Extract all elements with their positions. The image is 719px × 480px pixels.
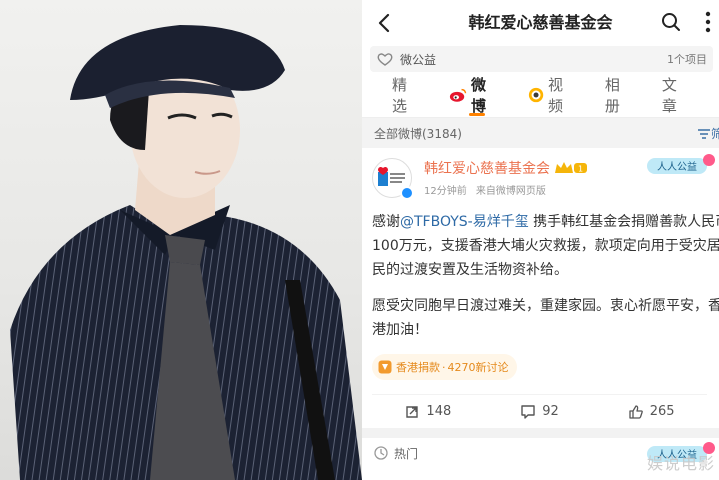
- tab-album[interactable]: 相册: [605, 72, 632, 118]
- gongyi-label: 微公益: [400, 52, 437, 67]
- search-button[interactable]: [661, 12, 681, 36]
- gongyi-count: 1个项目: [667, 53, 707, 66]
- renren-gongyi-badge[interactable]: 人人公益: [645, 152, 717, 182]
- weibo-page: 韩红爱心慈善基金会 微公益 1个项目 精选 微博 视频 相册 文章 全部微博(3…: [362, 0, 719, 480]
- tab-label: 文章: [661, 75, 677, 115]
- hot-label: 热门: [394, 446, 419, 461]
- back-button[interactable]: [374, 11, 394, 35]
- tab-article[interactable]: 文章: [662, 72, 689, 118]
- thumbs-up-icon: [629, 404, 643, 419]
- tab-label: 微博: [471, 75, 487, 115]
- like-button[interactable]: 265: [595, 404, 707, 420]
- like-count: 265: [649, 404, 675, 419]
- tab-weibo[interactable]: 微博: [449, 72, 498, 118]
- tab-video[interactable]: 视频: [528, 72, 575, 118]
- video-icon: [528, 87, 544, 102]
- author-name[interactable]: 韩红爱心慈善基金会: [424, 158, 550, 178]
- post-actions: 148 92 265: [372, 394, 707, 428]
- author-block: 韩红爱心慈善基金会 1 12分钟前 来自微博网页版: [424, 158, 588, 197]
- top-bar: 韩红爱心慈善基金会: [362, 0, 719, 46]
- verified-badge-icon: [400, 186, 414, 200]
- comment-button[interactable]: 92: [484, 404, 596, 420]
- post-time: 12分钟前: [424, 186, 467, 197]
- post-meta: 12分钟前 来自微博网页版: [424, 182, 588, 197]
- post-text-prefix: 感谢: [372, 214, 400, 230]
- filter-label: 筛: [710, 127, 719, 141]
- search-icon: [662, 13, 680, 31]
- avatar[interactable]: [372, 158, 414, 200]
- post-paragraph: 感谢@TFBOYS-易烊千玺 携手韩红基金会捐赠善款人民币100万元，支援香港大…: [372, 210, 719, 282]
- filter-icon: [697, 128, 710, 139]
- member-crown-icon: 1: [555, 162, 587, 174]
- screenshot-root: 韩红爱心慈善基金会 微公益 1个项目 精选 微博 视频 相册 文章 全部微博(3…: [0, 0, 719, 480]
- repost-button[interactable]: 148: [372, 404, 484, 420]
- more-button[interactable]: [705, 11, 711, 37]
- weibo-logo-icon: [449, 88, 467, 102]
- all-weibo-count: 全部微博(3184): [374, 126, 462, 141]
- hot-icon: [374, 446, 388, 460]
- author-row: 韩红爱心慈善基金会 1: [424, 158, 588, 178]
- filter-button[interactable]: 筛: [697, 125, 719, 142]
- topic-name: 香港捐款: [396, 361, 440, 374]
- member-level: 1: [578, 165, 583, 174]
- watermark: 娱说电影: [646, 454, 715, 473]
- post-body: 感谢@TFBOYS-易烊千玺 携手韩红基金会捐赠善款人民币100万元，支援香港大…: [372, 210, 719, 342]
- profile-tabs: 精选 微博 视频 相册 文章: [362, 72, 719, 118]
- chevron-left-icon: [378, 13, 390, 33]
- tab-label: 视频: [547, 75, 563, 115]
- weibo-post: 人人公益 韩红爱心慈善基金会 1 12分钟前 来自微博网页版 感谢@TFBOYS…: [362, 148, 719, 428]
- comment-count: 92: [542, 404, 559, 419]
- celebrity-photo: [0, 0, 362, 480]
- comment-icon: [521, 404, 535, 419]
- repost-icon: [406, 405, 419, 418]
- mention-link[interactable]: @TFBOYS-易烊千玺: [400, 214, 529, 230]
- topic-count: 4270新讨论: [447, 361, 509, 374]
- post-paragraph-2: 愿受灾同胞早日渡过难关，重建家园。衷心祈愿平安，香港加油！: [372, 298, 719, 338]
- topic-chip[interactable]: 香港捐款 · 4270新讨论: [372, 354, 517, 380]
- section-divider: [362, 428, 719, 438]
- heart-hands-icon: [377, 53, 393, 66]
- gongyi-bar[interactable]: 微公益 1个项目: [370, 46, 713, 72]
- filter-bar: 全部微博(3184) 筛: [362, 118, 719, 148]
- photo-illustration: [10, 25, 362, 480]
- repost-count: 148: [426, 404, 452, 419]
- renren-gongyi-icon: 人人公益: [647, 154, 715, 174]
- post-source: 来自微博网页版: [475, 186, 546, 197]
- topic-separator: ·: [442, 360, 446, 374]
- tab-featured[interactable]: 精选: [392, 72, 419, 118]
- more-vertical-icon: [705, 11, 711, 33]
- topic-icon: [378, 360, 392, 374]
- renren-badge-label: 人人公益: [657, 160, 697, 173]
- tab-label: 精选: [392, 75, 408, 115]
- tab-label: 相册: [604, 75, 620, 115]
